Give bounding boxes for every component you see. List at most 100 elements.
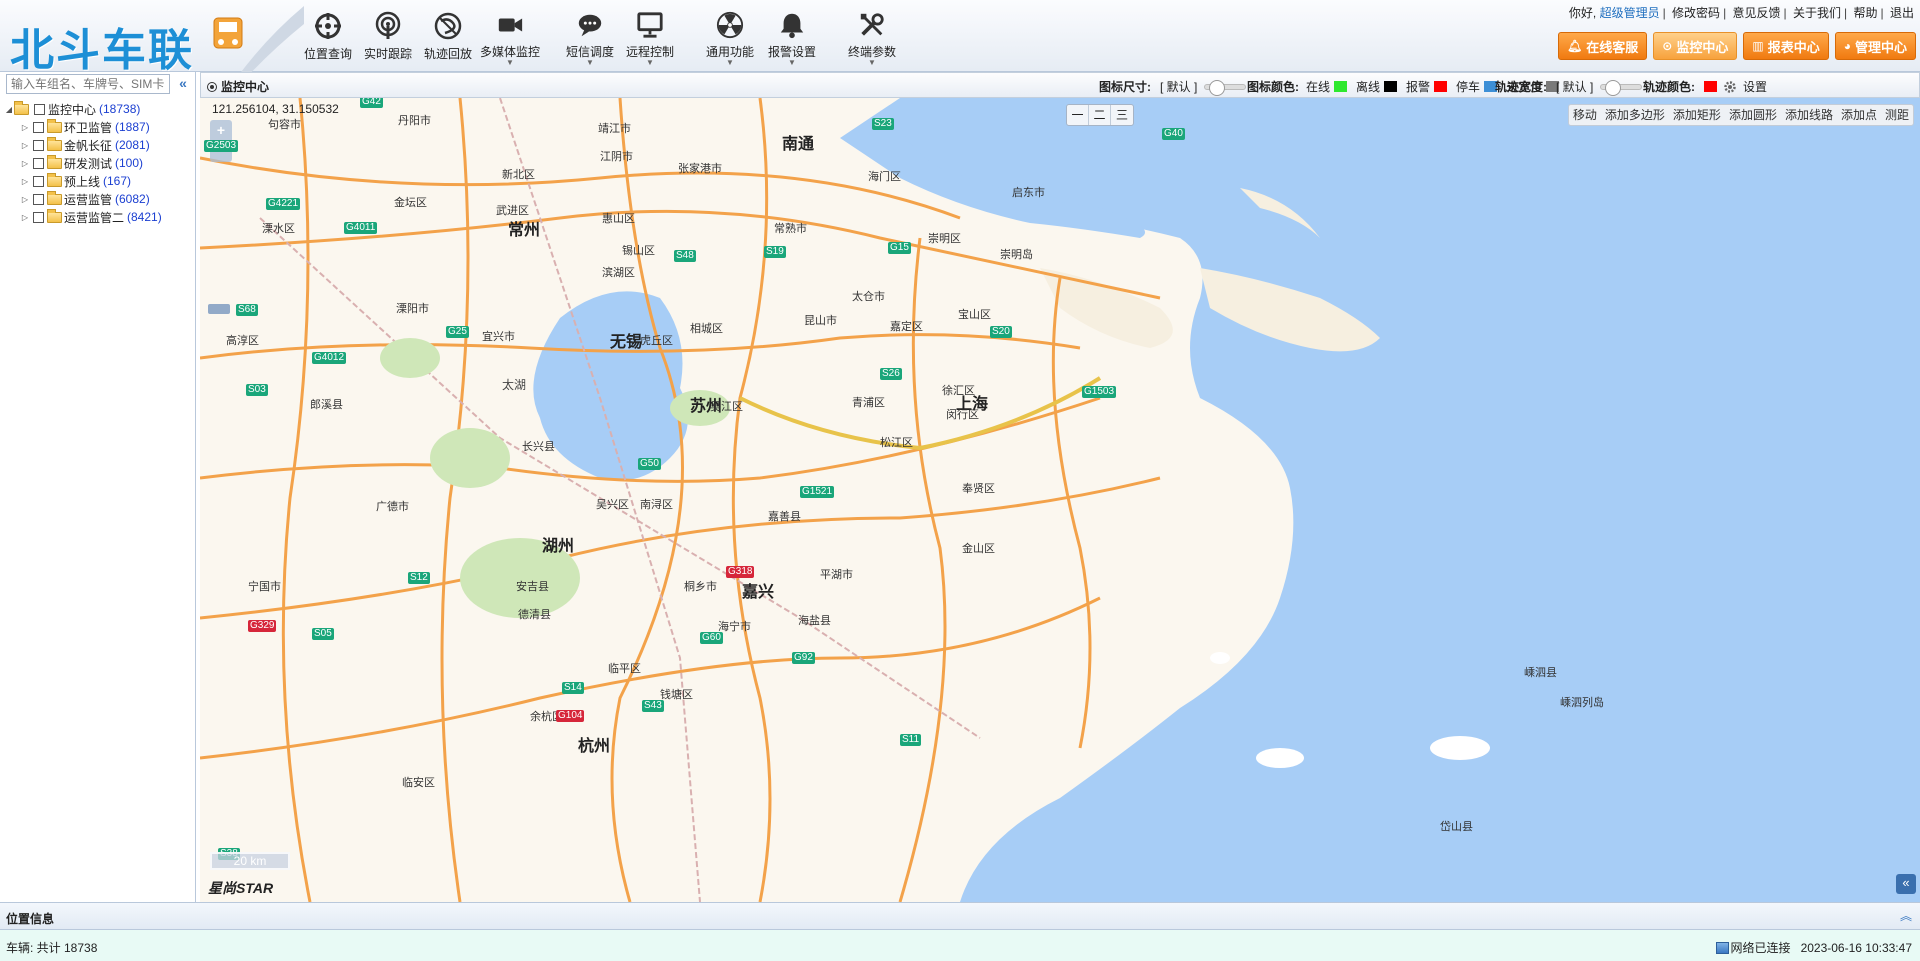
district-label: 郎溪县 bbox=[310, 399, 343, 411]
management-center-button[interactable]: ◕ 管理中心 bbox=[1834, 32, 1916, 60]
collapse-sidebar-button[interactable]: « bbox=[174, 74, 192, 94]
tree-checkbox[interactable] bbox=[33, 175, 44, 187]
feedback-link[interactable]: 意见反馈 bbox=[1733, 6, 1781, 20]
tree-group-node[interactable]: ▷ 研发测试 (100) bbox=[4, 154, 194, 172]
tree-checkbox[interactable] bbox=[33, 193, 44, 205]
greeting-text: 你好, bbox=[1568, 6, 1597, 20]
toolbar-remote-control[interactable]: 远程控制 ▼ bbox=[622, 8, 678, 67]
monitor-center-button[interactable]: ⊙ 监控中心 bbox=[1653, 32, 1738, 60]
track-width-value[interactable]: [ 默认 ] bbox=[1556, 78, 1593, 95]
nav-button-label: 管理中心 bbox=[1854, 39, 1907, 55]
change-password-link[interactable]: 修改密码 bbox=[1672, 6, 1720, 20]
tree-group-node[interactable]: ▷ 环卫监管 (1887) bbox=[4, 118, 194, 136]
zoom-level-marker[interactable] bbox=[208, 304, 230, 314]
alarm-color-swatch[interactable] bbox=[1434, 81, 1448, 92]
tree-group-node[interactable]: ▷ 金帆长征 (2081) bbox=[4, 136, 194, 154]
add-point-button[interactable]: 添加点 bbox=[1837, 105, 1881, 125]
expand-panel-button[interactable]: « bbox=[1896, 874, 1916, 894]
user-link[interactable]: 超级管理员 bbox=[1600, 6, 1660, 20]
add-route-button[interactable]: 添加线路 bbox=[1781, 105, 1837, 125]
track-color-control: 轨迹颜色: bbox=[1643, 78, 1723, 95]
logo-swoosh-icon bbox=[238, 6, 304, 78]
draw-tools: 移动 添加多边形 添加矩形 添加圆形 添加线路 添加点 测距 bbox=[1567, 104, 1914, 126]
view-two-button[interactable]: 二 bbox=[1089, 105, 1111, 125]
tree-group-node[interactable]: ▷ 运营监管二 (8421) bbox=[4, 208, 194, 226]
map-settings-button[interactable]: 设置 bbox=[1723, 78, 1767, 95]
district-label: 惠山区 bbox=[602, 213, 635, 225]
track-color-swatch[interactable] bbox=[1704, 81, 1717, 92]
district-label: 靖江市 bbox=[598, 123, 631, 135]
track-replay-icon bbox=[434, 12, 462, 40]
add-circle-button[interactable]: 添加圆形 bbox=[1725, 105, 1781, 125]
expand-info-button[interactable]: ︽ bbox=[1900, 907, 1912, 924]
map-view[interactable]: 121.256104, 31.150532 + − 一 二 三 移动 添加多边形… bbox=[200, 98, 1920, 902]
icon-size-value[interactable]: [ 默认 ] bbox=[1160, 78, 1197, 95]
move-tool-button[interactable]: 移动 bbox=[1569, 105, 1601, 125]
district-label: 崇明区 bbox=[928, 233, 961, 245]
tree-checkbox[interactable] bbox=[33, 211, 44, 223]
help-link[interactable]: 帮助 bbox=[1854, 6, 1878, 20]
lake-label: 太湖 bbox=[502, 378, 527, 392]
toolbar-multimedia[interactable]: 多媒体监控 ▼ bbox=[478, 8, 542, 67]
dropdown-arrow-icon: ▼ bbox=[586, 58, 594, 67]
legend-label: 在线 bbox=[1306, 80, 1331, 94]
icon-size-slider[interactable] bbox=[1204, 79, 1247, 96]
tools-icon bbox=[860, 13, 884, 36]
tree-root-node[interactable]: ◢ 监控中心 (18738) bbox=[4, 100, 194, 118]
toolbar-label: 位置查询 bbox=[303, 47, 352, 61]
logout-link[interactable]: 退出 bbox=[1890, 6, 1914, 20]
tree-checkbox[interactable] bbox=[34, 103, 45, 115]
district-label: 嘉善县 bbox=[768, 511, 801, 523]
view-three-button[interactable]: 三 bbox=[1111, 105, 1133, 125]
folder-icon bbox=[47, 172, 62, 187]
expand-toggle-icon[interactable]: ▷ bbox=[20, 159, 30, 168]
highway-shield: S19 bbox=[764, 246, 786, 258]
toolbar-sms-dispatch[interactable]: 短信调度 ▼ bbox=[562, 8, 618, 67]
online-service-button[interactable]: 🔔︎ 在线客服 bbox=[1558, 32, 1648, 60]
district-label: 岱山县 bbox=[1440, 821, 1473, 833]
online-color-swatch[interactable] bbox=[1334, 81, 1348, 92]
district-label: 宝山区 bbox=[958, 309, 991, 321]
report-center-button[interactable]: ▥ 报表中心 bbox=[1743, 32, 1829, 60]
add-polygon-button[interactable]: 添加多边形 bbox=[1601, 105, 1669, 125]
expand-toggle-icon[interactable]: ▷ bbox=[20, 195, 30, 204]
district-label: 虎丘区 bbox=[640, 335, 673, 347]
tree-node-label: 运营监管二 bbox=[64, 210, 125, 225]
expand-toggle-icon[interactable]: ▷ bbox=[20, 123, 30, 132]
dropdown-arrow-icon: ▼ bbox=[646, 58, 654, 67]
monitor-icon bbox=[637, 12, 663, 38]
zoom-in-button[interactable]: + bbox=[210, 120, 232, 140]
toolbar-general-functions[interactable]: 通用功能 ▼ bbox=[702, 8, 758, 67]
vehicle-search-input[interactable] bbox=[6, 74, 170, 94]
video-camera-icon bbox=[498, 18, 523, 32]
tree-node-label: 预上线 bbox=[64, 174, 101, 189]
dropdown-arrow-icon: ▼ bbox=[788, 58, 796, 67]
view-one-button[interactable]: 一 bbox=[1067, 105, 1089, 125]
tree-group-node[interactable]: ▷ 预上线 (167) bbox=[4, 172, 194, 190]
expand-toggle-icon[interactable]: ▷ bbox=[20, 141, 30, 150]
tree-checkbox[interactable] bbox=[33, 121, 44, 133]
toolbar-terminal-params[interactable]: 终端参数 ▼ bbox=[844, 8, 900, 67]
vehicle-tree-panel: « ◢ 监控中心 (18738) ▷ 环卫监管 (1887) ▷ 金帆长征 bbox=[0, 72, 196, 902]
add-rectangle-button[interactable]: 添加矩形 bbox=[1669, 105, 1725, 125]
district-label: 广德市 bbox=[376, 501, 409, 513]
district-label: 桐乡市 bbox=[684, 581, 717, 593]
tree-checkbox[interactable] bbox=[33, 139, 44, 151]
toolbar-position-query[interactable]: 位置查询 bbox=[300, 8, 356, 66]
about-link[interactable]: 关于我们 bbox=[1793, 6, 1841, 20]
measure-distance-button[interactable]: 测距 bbox=[1881, 105, 1913, 125]
toolbar-track-replay[interactable]: 轨迹回放 bbox=[420, 8, 476, 66]
offline-color-swatch[interactable] bbox=[1384, 81, 1398, 92]
toolbar-realtime-track[interactable]: 实时跟踪 bbox=[360, 8, 416, 66]
track-width-slider[interactable] bbox=[1600, 79, 1643, 96]
expand-toggle-icon[interactable]: ▷ bbox=[20, 177, 30, 186]
tree-group-node[interactable]: ▷ 运营监管 (6082) bbox=[4, 190, 194, 208]
district-label: 金山区 bbox=[962, 543, 995, 555]
city-label: 湖州 bbox=[542, 538, 575, 555]
highway-shield: S26 bbox=[880, 368, 902, 380]
toolbar-alarm-settings[interactable]: 报警设置 ▼ bbox=[764, 8, 820, 67]
expand-toggle-icon[interactable]: ◢ bbox=[4, 105, 14, 114]
highway-shield: G40 bbox=[1162, 128, 1185, 140]
tree-checkbox[interactable] bbox=[33, 157, 44, 169]
expand-toggle-icon[interactable]: ▷ bbox=[20, 213, 30, 222]
